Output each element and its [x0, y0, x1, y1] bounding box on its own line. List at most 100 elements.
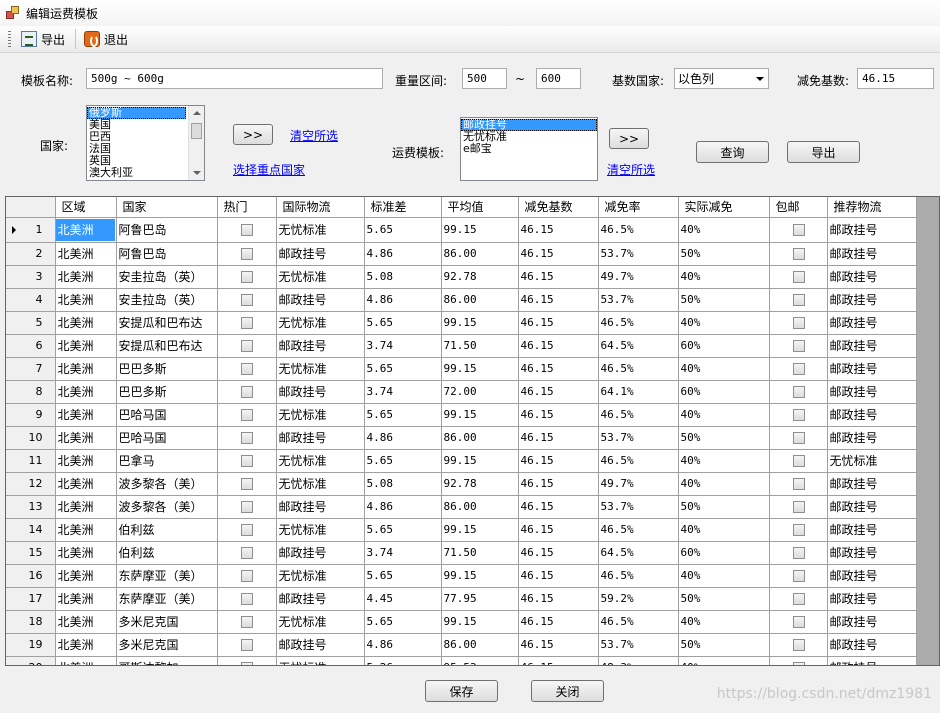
avg-cell[interactable]: 99.15 [441, 403, 519, 427]
reduction-rate-cell[interactable]: 46.5% [598, 518, 679, 542]
country-cell[interactable]: 伯利兹 [116, 541, 218, 565]
actual-reduction-cell[interactable]: 40% [678, 610, 770, 634]
hot-cell[interactable] [217, 311, 277, 335]
hot-checkbox[interactable] [241, 478, 253, 490]
reduction-base-cell[interactable]: 46.15 [518, 610, 599, 634]
add-template-button[interactable]: >> [609, 128, 649, 149]
country-cell[interactable]: 安圭拉岛（英） [116, 265, 218, 289]
hot-checkbox[interactable] [241, 524, 253, 536]
region-cell[interactable]: 北美洲 [55, 495, 117, 519]
hot-cell[interactable] [217, 288, 277, 312]
logistics-cell[interactable]: 无忧标准 [276, 357, 365, 381]
std-cell[interactable]: 3.74 [364, 541, 442, 565]
reduction-rate-cell[interactable]: 48.3% [598, 656, 679, 665]
region-cell[interactable]: 北美洲 [55, 334, 117, 358]
country-cell[interactable]: 巴拿马 [116, 449, 218, 473]
reduction-rate-cell[interactable]: 46.5% [598, 610, 679, 634]
free-shipping-cell[interactable] [769, 633, 828, 657]
avg-cell[interactable]: 86.00 [441, 495, 519, 519]
data-grid[interactable]: 区域 国家 热门 国际物流 标准差 平均值 减免基数 减免率 实际减免 包邮 推荐物流 1 北美洲 阿鲁… [5, 196, 940, 666]
std-cell[interactable]: 3.74 [364, 334, 442, 358]
column-header[interactable]: 国际物流 [276, 197, 365, 218]
row-header[interactable]: 12 [6, 472, 56, 496]
column-header[interactable]: 推荐物流 [827, 197, 917, 218]
scroll-down-icon[interactable] [193, 171, 201, 175]
country-cell[interactable]: 哥斯达黎加 [116, 656, 218, 665]
table-row[interactable]: 11 北美洲 巴拿马 无忧标准 5.65 99.15 46.15 46.5% 40% 无忧标准 [6, 449, 917, 473]
avg-cell[interactable]: 99.15 [441, 449, 519, 473]
weight-to-input[interactable]: 600 [536, 68, 581, 89]
actual-reduction-cell[interactable]: 40% [678, 403, 770, 427]
free-shipping-cell[interactable] [769, 449, 828, 473]
free-shipping-cell[interactable] [769, 403, 828, 427]
hot-cell[interactable] [217, 357, 277, 381]
table-row[interactable]: 2 北美洲 阿鲁巴岛 邮政挂号 4.86 86.00 46.15 53.7% 50% 邮政挂号 [6, 242, 917, 266]
reduction-rate-cell[interactable]: 53.7% [598, 288, 679, 312]
reduction-base-cell[interactable]: 46.15 [518, 426, 599, 450]
actual-reduction-cell[interactable]: 50% [678, 288, 770, 312]
reduction-base-cell[interactable]: 46.15 [518, 265, 599, 289]
country-cell[interactable]: 多米尼克国 [116, 633, 218, 657]
region-cell[interactable]: 北美洲 [55, 242, 117, 266]
recommended-logistics-cell[interactable]: 邮政挂号 [827, 242, 917, 266]
free-shipping-cell[interactable] [769, 656, 828, 665]
country-cell[interactable]: 安提瓜和巴布达 [116, 311, 218, 335]
actual-reduction-cell[interactable]: 50% [678, 495, 770, 519]
hot-cell[interactable] [217, 495, 277, 519]
avg-cell[interactable]: 99.15 [441, 518, 519, 542]
hot-cell[interactable] [217, 334, 277, 358]
reduction-rate-cell[interactable]: 53.7% [598, 495, 679, 519]
toolbar-grip[interactable] [8, 31, 11, 47]
country-list-scrollbar[interactable] [188, 106, 204, 180]
actual-reduction-cell[interactable]: 40% [678, 311, 770, 335]
free-shipping-cell[interactable] [769, 472, 828, 496]
std-cell[interactable]: 5.08 [364, 265, 442, 289]
reduction-rate-cell[interactable]: 64.5% [598, 334, 679, 358]
reduction-rate-cell[interactable]: 64.1% [598, 380, 679, 404]
region-cell[interactable]: 北美洲 [55, 265, 117, 289]
row-header[interactable]: 9 [6, 403, 56, 427]
std-cell[interactable]: 5.65 [364, 403, 442, 427]
recommended-logistics-cell[interactable]: 邮政挂号 [827, 610, 917, 634]
logistics-cell[interactable]: 无忧标准 [276, 518, 365, 542]
clear-country-link[interactable]: 清空所选 [290, 127, 338, 144]
logistics-cell[interactable]: 邮政挂号 [276, 541, 365, 565]
reduction-base-cell[interactable]: 46.15 [518, 472, 599, 496]
free-shipping-checkbox[interactable] [792, 248, 805, 260]
table-row[interactable]: 15 北美洲 伯利兹 邮政挂号 3.74 71.50 46.15 64.5% 60% 邮政挂号 [6, 541, 917, 565]
country-cell[interactable]: 东萨摩亚（美） [116, 587, 218, 611]
table-row[interactable]: 14 北美洲 伯利兹 无忧标准 5.65 99.15 46.15 46.5% 40% 邮政挂号 [6, 518, 917, 542]
reduction-base-cell[interactable]: 46.15 [518, 633, 599, 657]
toolbar-exit-button[interactable]: 退出 [80, 28, 132, 50]
free-shipping-cell[interactable] [769, 288, 828, 312]
recommended-logistics-cell[interactable]: 邮政挂号 [827, 357, 917, 381]
table-row[interactable]: 9 北美洲 巴哈马国 无忧标准 5.65 99.15 46.15 46.5% 40% 邮政挂号 [6, 403, 917, 427]
logistics-cell[interactable]: 无忧标准 [276, 656, 365, 665]
reduction-base-cell[interactable]: 46.15 [518, 564, 599, 588]
reduction-rate-cell[interactable]: 46.5% [598, 357, 679, 381]
region-cell[interactable]: 北美洲 [55, 357, 117, 381]
table-row[interactable]: 17 北美洲 东萨摩亚（美） 邮政挂号 4.45 77.95 46.15 59.2% 50% 邮政… [6, 587, 917, 611]
table-row[interactable]: 20 北美洲 哥斯达黎加 无忧标准5.2695.5346.1548.3%40% 邮政挂号 [6, 656, 917, 665]
logistics-cell[interactable]: 无忧标准 [276, 564, 365, 588]
actual-reduction-cell[interactable]: 60% [678, 334, 770, 358]
logistics-cell[interactable]: 无忧标准 [276, 610, 365, 634]
row-header[interactable]: 16 [6, 564, 56, 588]
country-cell[interactable]: 巴巴多斯 [116, 380, 218, 404]
recommended-logistics-cell[interactable]: 邮政挂号 [827, 288, 917, 312]
recommended-logistics-cell[interactable]: 邮政挂号 [827, 633, 917, 657]
free-shipping-cell[interactable] [769, 541, 828, 565]
reduction-base-cell[interactable]: 46.15 [518, 380, 599, 404]
save-button[interactable]: 保存 [425, 680, 498, 702]
std-cell[interactable]: 3.74 [364, 380, 442, 404]
recommended-logistics-cell[interactable]: 邮政挂号 [827, 656, 917, 665]
region-cell[interactable]: 北美洲 [55, 403, 117, 427]
std-cell[interactable]: 4.86 [364, 633, 442, 657]
column-header[interactable]: 标准差 [364, 197, 442, 218]
hot-checkbox[interactable] [241, 455, 253, 467]
actual-reduction-cell[interactable]: 50% [678, 587, 770, 611]
reduction-base-cell[interactable]: 46.15 [518, 357, 599, 381]
logistics-cell[interactable]: 无忧标准 [276, 403, 365, 427]
avg-cell[interactable]: 71.50 [441, 334, 519, 358]
row-header[interactable]: 6 [6, 334, 56, 358]
